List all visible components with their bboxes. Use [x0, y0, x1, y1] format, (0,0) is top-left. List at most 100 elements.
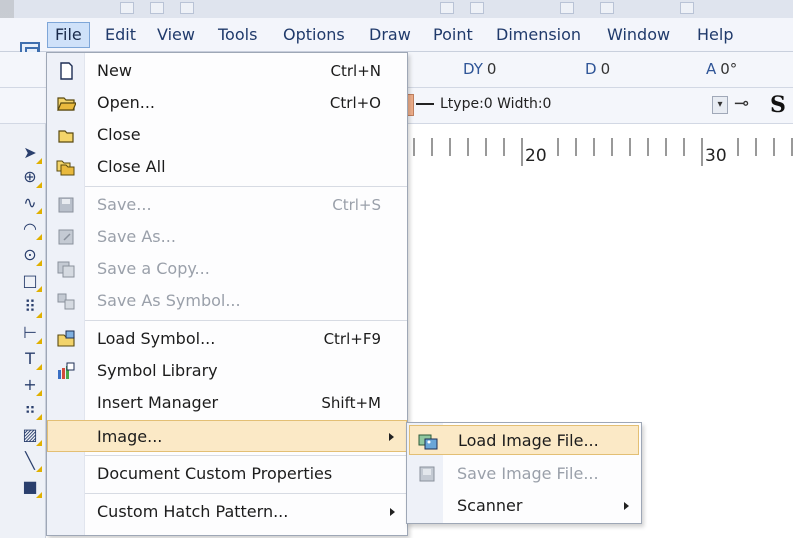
tool-palette: ➤ ⊕ ∿ ◠ ⊙ □ ⠿ ⊢ T + ⠶ ▨ ╲ ■	[0, 124, 46, 538]
menu-item-label: Save...	[97, 195, 152, 214]
image-submenu: Load Image File... Save Image File... Sc…	[406, 422, 642, 524]
d-field[interactable]: D0	[585, 60, 610, 78]
menu-item-label: Close All	[97, 157, 166, 176]
toolbar-ghost-icon	[180, 2, 194, 14]
menu-item-label: New	[97, 61, 132, 80]
menu-file[interactable]: File	[47, 22, 90, 48]
submenu-item-scanner[interactable]: Scanner	[409, 491, 639, 521]
fill-color-icon[interactable]: ■	[18, 476, 42, 498]
bold-s-button[interactable]: S	[770, 92, 786, 118]
load-image-icon	[418, 434, 438, 450]
close-folder-icon	[58, 130, 74, 143]
move-icon[interactable]: ⊕	[18, 166, 42, 188]
menu-edit[interactable]: Edit	[98, 22, 143, 48]
circle-icon[interactable]: ⊙	[18, 244, 42, 266]
menu-separator	[85, 493, 407, 494]
submenu-item-load-image-file[interactable]: Load Image File...	[409, 425, 639, 455]
menu-item-shortcut: Ctrl+S	[332, 196, 381, 214]
file-menu-dropdown: New Ctrl+N Open... Ctrl+O Close Close Al…	[46, 52, 408, 536]
rectangle-icon[interactable]: □	[18, 270, 42, 292]
toolbar-ghost-icon	[120, 2, 134, 14]
line-icon[interactable]: ╲	[18, 450, 42, 472]
menu-item-save[interactable]: Save... Ctrl+S	[47, 189, 407, 221]
dimension-icon[interactable]: ⊢	[18, 322, 42, 344]
menu-help[interactable]: Help	[690, 22, 740, 48]
ruler-ticks	[413, 138, 793, 166]
menu-item-open[interactable]: Open... Ctrl+O	[47, 87, 407, 119]
menu-item-save-copy[interactable]: Save a Copy...	[47, 253, 407, 285]
text-icon[interactable]: T	[18, 348, 42, 370]
menu-point[interactable]: Point	[426, 22, 480, 48]
toolbar-ghost-icon	[680, 2, 694, 14]
menu-view[interactable]: View	[150, 22, 202, 48]
menu-item-label: Save a Copy...	[97, 259, 210, 278]
close-all-icon	[56, 160, 75, 176]
a-field[interactable]: A 0°	[706, 60, 737, 78]
arc-icon[interactable]: ◠	[18, 218, 42, 240]
menu-item-document-custom-properties[interactable]: Document Custom Properties	[47, 458, 407, 490]
menu-item-label: Save As Symbol...	[97, 291, 241, 310]
dy-label: DY	[463, 60, 483, 78]
menu-item-load-symbol[interactable]: Load Symbol... Ctrl+F9	[47, 323, 407, 355]
submenu-arrow-icon	[389, 433, 394, 441]
top-toolbar-remnant	[0, 0, 793, 18]
linetype-selector[interactable]: Ltype:0 Width:0	[412, 96, 551, 112]
ruler-label-30: 30	[705, 146, 727, 166]
submenu-arrow-icon	[390, 508, 395, 516]
menu-item-shortcut: Shift+M	[321, 394, 381, 412]
menu-item-label: Insert Manager	[97, 393, 219, 412]
horizontal-ruler: 20 30	[408, 134, 793, 170]
save-icon	[58, 197, 74, 213]
menu-item-insert-manager[interactable]: Insert Manager Shift+M	[47, 387, 407, 419]
menu-item-label: Open...	[97, 93, 155, 112]
menu-item-label: Custom Hatch Pattern...	[97, 502, 289, 521]
menu-draw[interactable]: Draw	[362, 22, 418, 48]
menu-item-save-as[interactable]: Save As...	[47, 221, 407, 253]
menu-item-symbol-library[interactable]: Symbol Library	[47, 355, 407, 387]
menu-item-new[interactable]: New Ctrl+N	[47, 55, 407, 87]
hatch-icon[interactable]: ▨	[18, 424, 42, 446]
toolbar-ghost-icon	[440, 2, 454, 14]
menu-window[interactable]: Window	[600, 22, 677, 48]
a-value: 0°	[720, 60, 738, 78]
dy-value: 0	[486, 60, 497, 78]
submenu-item-label: Save Image File...	[457, 464, 599, 483]
toolbar-ghost-icon	[560, 2, 574, 14]
menu-item-label: Close	[97, 125, 141, 144]
polyline-icon[interactable]: ∿	[18, 192, 42, 214]
menu-dimension[interactable]: Dimension	[489, 22, 588, 48]
a-label: A	[706, 60, 717, 78]
save-copy-icon	[57, 261, 75, 278]
d-value: 0	[600, 60, 611, 78]
eye-icon[interactable]: ⊸	[734, 93, 749, 114]
menu-item-custom-hatch-pattern[interactable]: Custom Hatch Pattern...	[47, 496, 407, 528]
submenu-item-save-image-file[interactable]: Save Image File...	[409, 459, 639, 489]
submenu-item-label: Load Image File...	[458, 431, 599, 450]
submenu-item-label: Scanner	[457, 496, 523, 515]
dy-field[interactable]: DY 0	[463, 60, 496, 78]
grid-points-icon[interactable]: ⠿	[18, 296, 42, 318]
menu-item-label: Symbol Library	[97, 361, 218, 380]
menu-separator	[85, 186, 407, 187]
menu-bar: File Edit View Tools Options Draw Point …	[0, 18, 793, 62]
menu-tools[interactable]: Tools	[211, 22, 264, 48]
linetype-text: Ltype:0 Width:0	[440, 96, 552, 112]
save-as-icon	[58, 229, 74, 245]
menu-options[interactable]: Options	[276, 22, 352, 48]
save-symbol-icon	[57, 293, 75, 310]
select-arrow-icon[interactable]: ➤	[18, 142, 42, 164]
menu-item-label: Load Symbol...	[97, 329, 216, 348]
menu-item-shortcut: Ctrl+O	[329, 94, 381, 112]
menu-separator	[85, 320, 407, 321]
menu-item-image[interactable]: Image...	[47, 420, 407, 452]
menu-item-close-all[interactable]: Close All	[47, 151, 407, 183]
load-symbol-icon	[57, 330, 75, 347]
crosshair-icon[interactable]: +	[18, 374, 42, 396]
linetype-dropdown-button[interactable]: ▾	[712, 96, 728, 114]
save-image-icon	[419, 466, 435, 482]
menu-item-save-as-symbol[interactable]: Save As Symbol...	[47, 285, 407, 317]
menu-item-shortcut: Ctrl+F9	[323, 330, 381, 348]
menu-item-close[interactable]: Close	[47, 119, 407, 151]
open-folder-icon	[57, 97, 76, 111]
symbol-icon[interactable]: ⠶	[18, 398, 42, 420]
